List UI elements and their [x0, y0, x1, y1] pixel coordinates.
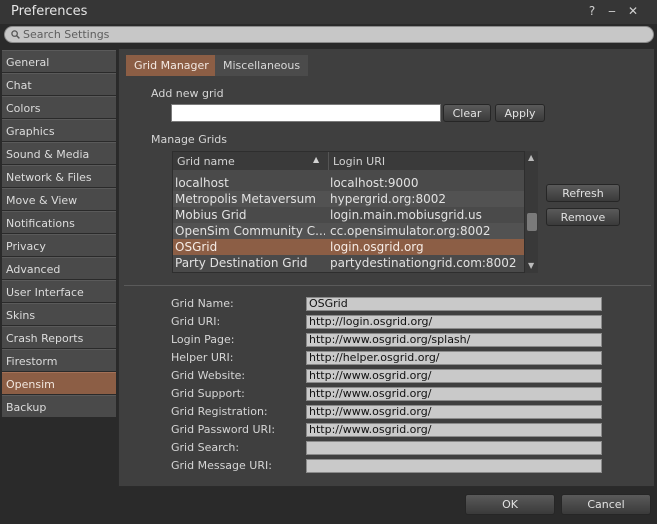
sidebar-item-graphics[interactable]: Graphics: [2, 119, 116, 141]
table-row[interactable]: OpenSim Community C... cc.opensimulator.…: [173, 223, 529, 239]
column-header-login-uri[interactable]: Login URI: [329, 152, 529, 170]
table-row[interactable]: Party Destination Grid partydestinationg…: [173, 255, 529, 271]
sidebar-item-backup[interactable]: Backup: [2, 395, 116, 417]
sidebar-item-privacy[interactable]: Privacy: [2, 234, 116, 256]
column-header-grid-name[interactable]: Grid name ▲: [173, 152, 329, 170]
add-grid-label: Add new grid: [151, 87, 224, 100]
grid-name-cell: Party Destination Grid: [175, 256, 308, 270]
grid-website-field[interactable]: http://www.osgrid.org/: [306, 369, 602, 383]
login-uri-cell: login.main.mobiusgrid.us: [330, 208, 482, 222]
login-uri-cell: localhost:9000: [330, 176, 419, 190]
minimize-icon[interactable]: ‒: [605, 4, 619, 18]
table-row[interactable]: Mobius Grid login.main.mobiusgrid.us: [173, 207, 529, 223]
grid-support-field[interactable]: http://www.osgrid.org/: [306, 387, 602, 401]
grid-uri-label: Grid URI:: [171, 315, 221, 328]
search-bar: [4, 26, 654, 43]
grid-name-cell: Mobius Grid: [175, 208, 247, 222]
sidebar-item-skins[interactable]: Skins: [2, 303, 116, 325]
settings-panel: Grid Manager Miscellaneous Add new grid …: [118, 48, 655, 487]
grid-password-uri-label: Grid Password URI:: [171, 423, 276, 436]
grid-name-cell: localhost: [175, 176, 229, 190]
cancel-button[interactable]: Cancel: [561, 494, 651, 515]
scroll-up-icon[interactable]: ▲: [528, 153, 534, 162]
sidebar: General Chat Colors Graphics Sound & Med…: [2, 50, 116, 418]
helper-uri-field[interactable]: http://helper.osgrid.org/: [306, 351, 602, 365]
search-icon: [11, 30, 20, 39]
grid-password-uri-field[interactable]: http://www.osgrid.org/: [306, 423, 602, 437]
clear-button[interactable]: Clear: [443, 104, 491, 122]
grid-website-label: Grid Website:: [171, 369, 246, 382]
search-input[interactable]: [23, 27, 643, 42]
remove-button[interactable]: Remove: [546, 208, 620, 226]
sidebar-item-network-files[interactable]: Network & Files: [2, 165, 116, 187]
grid-message-uri-label: Grid Message URI:: [171, 459, 272, 472]
login-page-label: Login Page:: [171, 333, 235, 346]
login-uri-cell: hypergrid.org:8002: [330, 192, 447, 206]
sidebar-item-opensim[interactable]: Opensim: [2, 372, 116, 394]
title-bar: Preferences ? ‒ ✕: [0, 0, 657, 24]
column-header-label: Grid name: [177, 155, 235, 168]
sidebar-item-advanced[interactable]: Advanced: [2, 257, 116, 279]
grid-name-cell: OSGrid: [175, 240, 218, 254]
table-row[interactable]: localhost localhost:9000: [173, 175, 529, 191]
sidebar-item-chat[interactable]: Chat: [2, 73, 116, 95]
tab-grid-manager[interactable]: Grid Manager: [126, 55, 217, 76]
helper-uri-label: Helper URI:: [171, 351, 234, 364]
grid-list-scrollbar[interactable]: ▲ ▼: [524, 151, 538, 273]
grid-name-cell: OpenSim Community C...: [175, 224, 325, 238]
add-grid-input[interactable]: [171, 104, 441, 122]
grid-registration-label: Grid Registration:: [171, 405, 268, 418]
sidebar-item-user-interface[interactable]: User Interface: [2, 280, 116, 302]
grid-list[interactable]: Grid name ▲ Login URI localhost localhos…: [172, 151, 529, 273]
login-uri-cell: partydestinationgrid.com:8002: [330, 256, 517, 270]
login-page-field[interactable]: http://www.osgrid.org/splash/: [306, 333, 602, 347]
grid-message-uri-field[interactable]: [306, 459, 602, 473]
grid-name-field[interactable]: OSGrid: [306, 297, 602, 311]
sidebar-item-general[interactable]: General: [2, 50, 116, 72]
sidebar-item-colors[interactable]: Colors: [2, 96, 116, 118]
grid-uri-field[interactable]: http://login.osgrid.org/: [306, 315, 602, 329]
login-uri-cell: cc.opensimulator.org:8002: [330, 224, 491, 238]
sidebar-item-move-view[interactable]: Move & View: [2, 188, 116, 210]
sidebar-item-sound-media[interactable]: Sound & Media: [2, 142, 116, 164]
scrollbar-thumb[interactable]: [527, 213, 537, 231]
grid-support-label: Grid Support:: [171, 387, 245, 400]
sidebar-item-crash-reports[interactable]: Crash Reports: [2, 326, 116, 348]
login-uri-cell: login.osgrid.org: [330, 240, 424, 254]
grid-name-label: Grid Name:: [171, 297, 234, 310]
grid-search-field[interactable]: [306, 441, 602, 455]
manage-grids-label: Manage Grids: [151, 133, 228, 146]
scroll-down-icon[interactable]: ▼: [528, 261, 534, 270]
ok-button[interactable]: OK: [465, 494, 555, 515]
grid-name-cell: Metropolis Metaversum: [175, 192, 316, 206]
table-row[interactable]: Metropolis Metaversum hypergrid.org:8002: [173, 191, 529, 207]
sort-ascending-icon: ▲: [313, 155, 320, 164]
close-icon[interactable]: ✕: [626, 4, 640, 18]
apply-button[interactable]: Apply: [495, 104, 545, 122]
window-title: Preferences: [11, 4, 88, 19]
grid-registration-field[interactable]: http://www.osgrid.org/: [306, 405, 602, 419]
grid-search-label: Grid Search:: [171, 441, 240, 454]
table-row-selected[interactable]: OSGrid login.osgrid.org: [173, 239, 529, 255]
help-icon[interactable]: ?: [585, 4, 599, 18]
refresh-button[interactable]: Refresh: [546, 184, 620, 202]
tab-miscellaneous[interactable]: Miscellaneous: [215, 55, 309, 76]
sidebar-item-firestorm[interactable]: Firestorm: [2, 349, 116, 371]
divider: [124, 285, 651, 286]
sidebar-item-notifications[interactable]: Notifications: [2, 211, 116, 233]
